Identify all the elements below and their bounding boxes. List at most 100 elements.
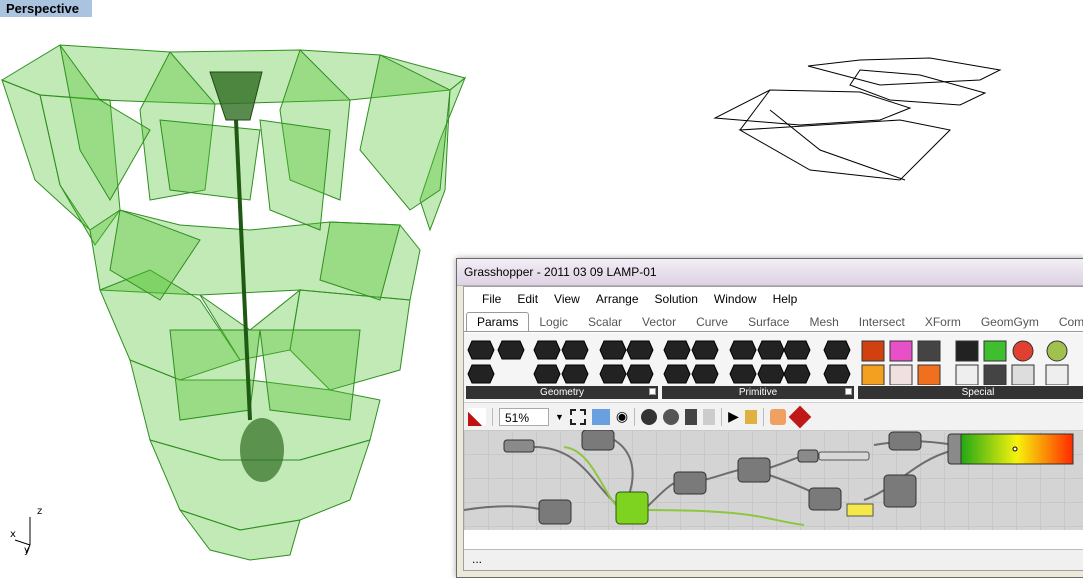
point-param-icon (497, 340, 525, 360)
tab-scalar[interactable]: Scalar (578, 313, 632, 331)
domain-param-icon (757, 340, 785, 360)
circle-param-icon (533, 340, 561, 360)
colour-param-icon (729, 340, 757, 360)
toolbar-separator (762, 407, 764, 426)
boolean-param-icon (663, 340, 691, 360)
gradient-grid-icon (983, 340, 1007, 362)
menu-solution[interactable]: Solution (647, 292, 706, 306)
integer-param-icon (691, 340, 719, 360)
brep-param-icon (599, 340, 627, 360)
slider-icon (889, 340, 913, 362)
panel-primitive-label[interactable]: Primitive (662, 386, 854, 399)
tab-surface[interactable]: Surface (738, 313, 799, 331)
number-param-icon (663, 364, 691, 384)
panel-special: Special (858, 337, 1083, 399)
primitive-icons (663, 340, 851, 384)
tab-logic[interactable]: Logic (529, 313, 578, 331)
canvas-toolbar: 51% ▼ ◉ ▶ (464, 402, 1083, 431)
axis-x-label: x (10, 529, 16, 540)
menu-arrange[interactable]: Arrange (588, 292, 647, 306)
tab-curve[interactable]: Curve (686, 313, 738, 331)
id-param-icon (783, 340, 811, 360)
special-icons (861, 340, 1069, 386)
component-ribbon: Geometry Primitive Special (464, 333, 1083, 401)
param-input-icon (917, 340, 941, 362)
menu-edit[interactable]: Edit (509, 292, 546, 306)
preview-selected-icon[interactable] (703, 408, 716, 425)
window-title[interactable]: Grasshopper - 2011 03 09 LAMP-01 (457, 259, 1083, 286)
panel-geometry-label[interactable]: Geometry (466, 386, 658, 399)
mesh-param-icon (626, 340, 654, 360)
graph-icon (917, 364, 941, 386)
panel-icon (1045, 364, 1069, 386)
map-icon[interactable] (591, 408, 610, 425)
path-param-icon (823, 364, 851, 384)
toolbar-separator (634, 407, 636, 426)
sketch-icon[interactable] (468, 407, 486, 426)
menu-window[interactable]: Window (706, 292, 765, 306)
gradient-icon (861, 364, 885, 386)
tab-vector[interactable]: Vector (632, 313, 686, 331)
tab-xform[interactable]: XForm (915, 313, 971, 331)
grasshopper-body: File Edit View Arrange Solution Window H… (463, 286, 1083, 571)
selected-node (615, 491, 649, 525)
zoom-extents-icon[interactable] (569, 408, 586, 425)
zoom-field[interactable]: 51% (499, 407, 549, 426)
toolbar-separator (492, 407, 493, 426)
axis-y-label: y (24, 545, 30, 556)
value-list-icon (889, 364, 913, 386)
bar-graph-icon (955, 340, 979, 362)
menu-bar: File Edit View Arrange Solution Window H… (464, 287, 1083, 311)
string-param-icon (691, 364, 719, 384)
component-nodes (503, 430, 1074, 525)
panel-primitive: Primitive (662, 337, 854, 399)
menu-view[interactable]: View (546, 292, 588, 306)
box-param-icon (467, 340, 495, 360)
menu-file[interactable]: File (474, 292, 509, 306)
definition-graph (464, 430, 1074, 526)
preview-off-icon[interactable] (641, 408, 658, 425)
preview-wire-icon[interactable] (663, 408, 680, 425)
chevron-down-icon[interactable]: ▼ (555, 412, 564, 422)
delete-param-icon (467, 364, 495, 384)
component-tabs: Params Logic Scalar Vector Curve Surface… (464, 311, 1083, 332)
toolbar-separator (721, 407, 723, 426)
lock-icon[interactable] (744, 409, 757, 424)
bake-icon[interactable] (769, 408, 786, 425)
geom-param-icon (599, 364, 627, 384)
gem-icon[interactable] (788, 405, 812, 428)
group-param-icon (626, 364, 654, 384)
status-bar: ... (464, 549, 1083, 570)
eye-icon[interactable]: ◉ (616, 408, 628, 425)
tab-geomgym[interactable]: GeomGym (971, 313, 1049, 331)
interval-param-icon (729, 364, 757, 384)
matrix-param-icon (757, 364, 785, 384)
geometry-icons (467, 340, 654, 384)
play-icon[interactable]: ▶ (728, 408, 739, 425)
chart-icon (1011, 364, 1035, 386)
tab-mesh[interactable]: Mesh (799, 313, 848, 331)
tree-icon (983, 364, 1007, 386)
time-param-icon (783, 364, 811, 384)
color-swatch-icon (861, 340, 885, 362)
panel-node (846, 503, 874, 517)
shader-param-icon (823, 340, 851, 360)
panel-special-label[interactable]: Special (858, 386, 1083, 399)
grasshopper-canvas[interactable] (464, 430, 1083, 530)
menu-help[interactable]: Help (765, 292, 806, 306)
surface-param-icon (533, 364, 561, 384)
curve-param-icon (561, 340, 589, 360)
color-wheel-icon (1012, 340, 1034, 362)
lamp-model (0, 44, 467, 561)
wireframe-model (713, 57, 1002, 181)
tab-params[interactable]: Params (466, 312, 530, 331)
preview-shaded-icon[interactable] (685, 408, 698, 425)
grasshopper-window[interactable]: Grasshopper - 2011 03 09 LAMP-01 File Ed… (456, 258, 1083, 578)
tab-intersect[interactable]: Intersect (849, 313, 915, 331)
graph-mapper-icon (955, 364, 979, 386)
sphere-icon (1046, 340, 1068, 362)
vector-param-icon (561, 364, 589, 384)
tab-compl[interactable]: Compl (1049, 313, 1083, 331)
panel-geometry: Geometry (466, 337, 658, 399)
axis-z-label: z (37, 506, 43, 517)
